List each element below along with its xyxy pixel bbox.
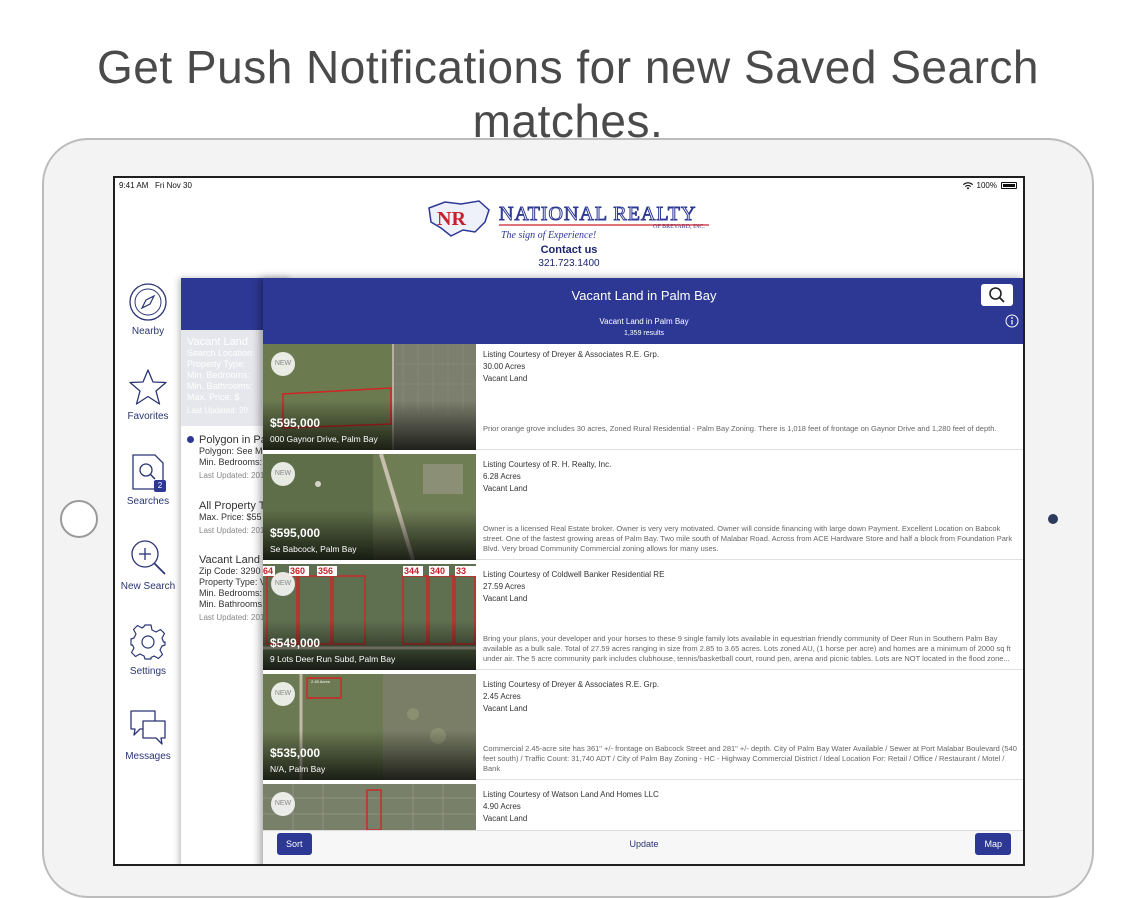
new-badge: NEW xyxy=(271,462,295,486)
listing-acres: 27.59 Acres xyxy=(483,582,526,591)
sidebar-item-nearby[interactable]: Nearby xyxy=(115,282,181,337)
listing-acres: 30.00 Acres xyxy=(483,362,526,371)
front-camera xyxy=(1048,514,1058,524)
time-text: 9:41 AM xyxy=(119,181,149,190)
listing-courtesy: Listing Courtesy of Watson Land And Home… xyxy=(483,790,659,799)
lot-label: 340 xyxy=(430,566,445,576)
promo-headline: Get Push Notifications for new Saved Sea… xyxy=(97,41,1039,147)
battery-percent: 100% xyxy=(976,181,997,190)
results-toolbar: Sort Update Map xyxy=(263,830,1023,864)
listing-photo: 64 360 356 344 340 33 NEW $549,000 9 Lots Dee… xyxy=(263,564,476,670)
listing-description: Commercial 2.45-acre site has 361" +/- f… xyxy=(483,744,1017,773)
listing-photo: NEW $595,000 Se Babcock, Palm Bay xyxy=(263,454,476,560)
listing-card[interactable]: NEW Listing Courtesy of Watson Land And … xyxy=(263,784,1023,830)
listing-courtesy: Listing Courtesy of R. H. Realty, Inc. xyxy=(483,460,612,469)
chat-icon xyxy=(130,710,166,745)
listing-courtesy: Listing Courtesy of Coldwell Banker Resi… xyxy=(483,570,665,579)
new-badge: NEW xyxy=(271,792,295,816)
results-panel: Vacant Land in Palm Bay Vacant Land in P… xyxy=(263,278,1023,864)
listing-address: N/A, Palm Bay xyxy=(270,764,326,774)
sidebar-item-favorites[interactable]: Favorites xyxy=(115,367,181,422)
info-icon[interactable] xyxy=(1005,314,1019,328)
listing-type: Vacant Land xyxy=(483,594,528,603)
listing-address: 000 Gaynor Drive, Palm Bay xyxy=(270,434,378,444)
contact-us-link[interactable]: Contact us xyxy=(115,244,1023,256)
unread-dot xyxy=(187,436,194,443)
status-bar: 9:41 AM Fri Nov 30 100% xyxy=(115,178,1023,194)
listing-card[interactable]: NEW $595,000 000 Gaynor Drive, Palm Bay … xyxy=(263,344,1023,450)
saved-search-title-text: Polygon in Pa xyxy=(199,434,267,446)
listing-card[interactable]: 64 360 356 344 340 33 NEW $549,000 9 Lots Dee… xyxy=(263,564,1023,670)
listing-price: $549,000 xyxy=(270,636,321,650)
listing-type: Vacant Land xyxy=(483,704,528,713)
listing-price: $595,000 xyxy=(270,526,321,540)
listing-photo: 2.45 Acres NEW $535,000 N/A, Palm Bay xyxy=(263,674,476,780)
sidebar-label: New Search xyxy=(120,581,176,592)
listing-card[interactable]: NEW $595,000 Se Babcock, Palm Bay Listin… xyxy=(263,454,1023,560)
brand-logo[interactable]: NR NATIONAL REALTY OF BREVARD, INC. The … xyxy=(427,196,717,242)
listing-list: NEW $595,000 000 Gaynor Drive, Palm Bay … xyxy=(263,344,1023,830)
listing-photo: NEW xyxy=(263,784,476,830)
photo-caption: 2.45 Acres xyxy=(311,679,330,684)
gear-icon xyxy=(130,624,166,660)
search-button[interactable] xyxy=(981,284,1013,306)
listing-photo: NEW $595,000 000 Gaynor Drive, Palm Bay xyxy=(263,344,476,450)
listing-type: Vacant Land xyxy=(483,484,528,493)
home-button[interactable] xyxy=(60,500,98,538)
listing-price: $535,000 xyxy=(270,746,321,760)
lot-label: 64 xyxy=(263,566,273,576)
logo-initials: NR xyxy=(437,208,466,230)
compass-icon xyxy=(129,283,167,321)
listing-address: 9 Lots Deer Run Subd, Palm Bay xyxy=(270,654,396,664)
listing-description: Prior orange grove includes 30 acres, Zo… xyxy=(483,424,997,433)
listing-description: Owner is a licensed Real Estate broker. … xyxy=(483,524,1013,553)
new-badge: NEW xyxy=(271,352,295,376)
sidebar-label: Searches xyxy=(126,496,170,507)
date-text: Fri Nov 30 xyxy=(155,181,192,190)
listing-description: Bring your plans, your developer and you… xyxy=(483,634,1011,663)
sidebar-label: Nearby xyxy=(131,326,165,337)
sidebar-item-messages[interactable]: Messages xyxy=(115,707,181,762)
results-subtitle: Vacant Land in Palm Bay xyxy=(599,317,689,326)
wifi-icon xyxy=(962,181,973,189)
update-button[interactable]: Update xyxy=(263,839,1023,849)
search-icon xyxy=(989,287,1005,303)
results-title: Vacant Land in Palm Bay xyxy=(571,288,717,303)
results-header: Vacant Land in Palm Bay Vacant Land in P… xyxy=(263,278,1023,344)
listing-acres: 2.45 Acres xyxy=(483,692,521,701)
listing-acres: 4.90 Acres xyxy=(483,802,521,811)
phone-number[interactable]: 321.723.1400 xyxy=(115,258,1023,269)
zoom-in-icon xyxy=(131,540,166,575)
battery-icon xyxy=(1001,182,1017,189)
results-count: 1,359 results xyxy=(623,330,665,337)
sidebar-item-new-search[interactable]: New Search xyxy=(115,537,181,592)
lot-label: 356 xyxy=(318,566,333,576)
logo-name: NATIONAL REALTY xyxy=(499,203,696,225)
sidebar-label: Messages xyxy=(125,751,171,762)
lot-label: 33 xyxy=(456,566,466,576)
sidebar: Nearby Favorites 2 Searches New Search S… xyxy=(115,278,181,798)
sidebar-label: Favorites xyxy=(127,411,169,422)
logo-tagline: The sign of Experience! xyxy=(501,230,596,241)
app-screen: 9:41 AM Fri Nov 30 100% NR NATIONAL REAL… xyxy=(113,176,1025,866)
lot-label: 344 xyxy=(404,566,419,576)
listing-type: Vacant Land xyxy=(483,814,528,823)
listing-courtesy: Listing Courtesy of Dreyer & Associates … xyxy=(483,350,660,359)
new-badge: NEW xyxy=(271,682,295,706)
sidebar-item-searches[interactable]: 2 Searches xyxy=(115,452,181,507)
listing-address: Se Babcock, Palm Bay xyxy=(270,544,357,554)
listing-price: $595,000 xyxy=(270,416,321,430)
new-badge: NEW xyxy=(271,572,295,596)
lot-label: 360 xyxy=(290,566,305,576)
status-indicators: 100% xyxy=(962,181,1017,190)
listing-type: Vacant Land xyxy=(483,374,528,383)
searches-badge: 2 xyxy=(154,480,166,492)
listing-courtesy: Listing Courtesy of Dreyer & Associates … xyxy=(483,680,660,689)
sidebar-label: Settings xyxy=(129,666,167,677)
status-time: 9:41 AM Fri Nov 30 xyxy=(119,181,192,190)
star-icon xyxy=(129,369,167,405)
sidebar-item-settings[interactable]: Settings xyxy=(115,622,181,677)
listing-card[interactable]: 2.45 Acres NEW $535,000 N/A, Palm Bay Li… xyxy=(263,674,1023,780)
listing-acres: 6.28 Acres xyxy=(483,472,521,481)
